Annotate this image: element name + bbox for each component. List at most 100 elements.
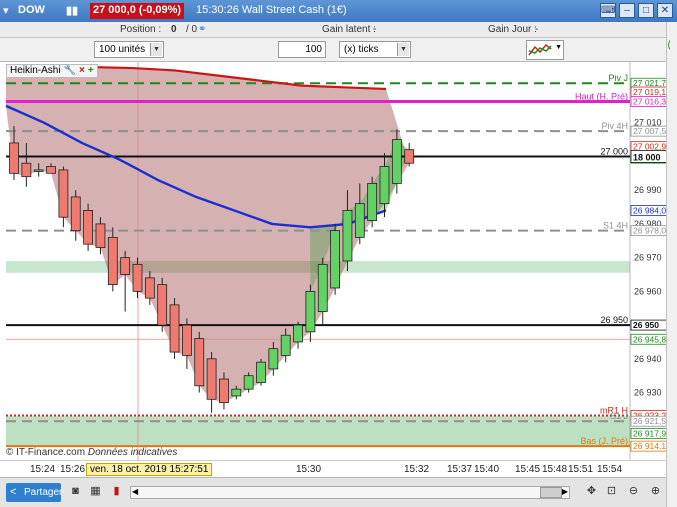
scroll-thumb[interactable]: [540, 487, 562, 498]
candle-body: [243, 375, 254, 390]
candle-body: [342, 210, 353, 262]
y-tick-label: 26 930: [634, 388, 662, 398]
candle-body: [354, 203, 365, 238]
share-icon: <: [10, 486, 17, 498]
symbol-label[interactable]: DOW: [18, 4, 45, 16]
camera-icon[interactable]: ◙: [68, 484, 83, 499]
chevron-down-icon[interactable]: ▼: [150, 43, 162, 56]
position-bar: Position : 0 / 0 ⚭ Gain latent : - Gain …: [0, 22, 666, 38]
position-sep: / 0: [186, 24, 198, 35]
time-scrollbar[interactable]: ◀ ▶: [130, 486, 570, 499]
link-icon: ⚭: [198, 24, 207, 35]
candle-body: [144, 277, 155, 299]
bottom-bar: < Partager ◙ ▦ ▮ ◀ ▶ ✥ ⊡ ⊖ ⊕: [0, 477, 666, 507]
position-value: 0: [171, 24, 177, 35]
quantity-select[interactable]: 100 unités ▼: [94, 41, 164, 58]
candle-body: [120, 257, 131, 275]
candle-body: [194, 338, 205, 387]
candle-body: [58, 169, 69, 218]
panel-toggle-icon[interactable]: ⟨: [667, 40, 671, 51]
maximize-icon[interactable]: □: [638, 3, 654, 18]
level-label: Piv J: [608, 73, 628, 83]
keyboard-icon[interactable]: ⌨: [600, 3, 616, 18]
gain-latent-value: -: [373, 24, 377, 35]
gain-jour-value: -: [535, 24, 539, 35]
candle-body: [46, 166, 56, 174]
title-bar: ▾ DOW ▮▮ 27 000,0 (-0,09%) 15:30:26 Wall…: [0, 0, 677, 22]
candle-body: [83, 210, 93, 245]
indicator-button[interactable]: ▼: [526, 40, 564, 60]
share-label: Partager: [24, 487, 63, 498]
time-tick-label: 15:30: [296, 464, 322, 475]
candle-body: [293, 324, 303, 343]
time-tick-label: 15:45: [515, 464, 541, 475]
zoom-in-icon[interactable]: ⊕: [648, 484, 663, 499]
candle-body: [268, 348, 279, 370]
ticks-value: 100: [305, 44, 322, 55]
candle-body: [305, 290, 316, 333]
candle-body: [231, 388, 242, 397]
ticks-unit-select[interactable]: (x) ticks ▼: [339, 41, 411, 58]
zoom-area-icon[interactable]: ⊡: [604, 484, 619, 499]
grid-icon[interactable]: ▦: [88, 484, 103, 499]
watermark-note: Données indicatives: [87, 447, 178, 458]
candle-body: [206, 358, 217, 400]
side-panel-strip: ⟨: [666, 22, 677, 507]
candle-body: [132, 263, 143, 292]
wrench-icon[interactable]: 🔧: [64, 65, 76, 77]
watermark-source: © IT-Finance.com: [6, 447, 86, 458]
price-tag: 27 007,5: [633, 126, 666, 136]
time-tick-label: 15:24: [30, 464, 56, 475]
price-tag: 26 921,5: [633, 416, 666, 426]
price-tag: 26 914,1: [633, 441, 666, 451]
share-button[interactable]: < Partager: [6, 483, 63, 502]
chart-canvas[interactable]: Piv J Haut (H. Pré) Piv 4H 27 000 S1 4H 26 95…: [0, 62, 668, 460]
price-chart[interactable]: Piv J Haut (H. Pré) Piv 4H 27 000 S1 4H 26 95…: [0, 62, 668, 460]
y-tick-label: 26 990: [634, 185, 662, 195]
candle-body: [379, 166, 390, 205]
chart-indicator-icon: [528, 43, 552, 56]
chevron-down-icon[interactable]: ▼: [397, 43, 409, 56]
gain-latent-label: Gain latent :: [322, 24, 376, 35]
price-tag: 27 016,3: [633, 96, 666, 106]
candle-body: [404, 149, 415, 164]
ticks-unit: (x) ticks: [344, 44, 379, 55]
menu-icon[interactable]: ▾: [3, 4, 9, 17]
candle-body: [367, 183, 378, 221]
remove-icon[interactable]: ×: [79, 65, 85, 77]
minimize-icon[interactable]: –: [619, 3, 635, 18]
heikin-ashi-label: Heikin-Ashi 🔧 × +: [6, 64, 98, 78]
candle-body: [391, 139, 402, 184]
pause-icon[interactable]: ▮▮: [66, 4, 78, 17]
level-label: 26 950: [600, 315, 628, 325]
price-tag: 26 978,0: [633, 226, 666, 236]
chevron-down-icon[interactable]: ▼: [555, 44, 562, 51]
candle-body: [9, 142, 19, 174]
y-tick-label: 26 940: [634, 354, 662, 364]
candles-icon[interactable]: ▮: [109, 484, 124, 499]
close-icon[interactable]: ✕: [657, 3, 673, 18]
time-tick-label: 15:32: [404, 464, 430, 475]
quantity-value: 100 unités: [99, 44, 146, 55]
time-tick-label: 15:40: [474, 464, 500, 475]
price-badge: 27 000,0 (-0,09%): [90, 3, 185, 19]
last-price: 18 000: [633, 152, 661, 162]
candle-body: [256, 361, 266, 383]
level-label: S1 4H: [603, 221, 628, 231]
y-tick-label: 26 960: [634, 286, 662, 296]
ticks-input[interactable]: 100: [278, 41, 326, 58]
scroll-right-icon[interactable]: ▶: [562, 487, 568, 496]
pan-icon[interactable]: ✥: [584, 484, 599, 499]
gain-jour-label: Gain Jour :: [488, 24, 537, 35]
price-tag: 26 984,0: [633, 205, 666, 215]
candle-body: [317, 263, 328, 312]
candle-body: [330, 230, 341, 289]
candle-body: [70, 196, 81, 232]
zoom-out-icon[interactable]: ⊖: [626, 484, 641, 499]
time-axis: 15:24 15:26 15:30 15:32 15:37 15:40 15:45 15:48…: [0, 460, 666, 477]
scroll-left-icon[interactable]: ◀: [132, 487, 138, 496]
candle-body: [157, 284, 168, 326]
level-label: 27 000: [600, 146, 628, 156]
price-tag: 26 950: [633, 320, 659, 330]
add-icon[interactable]: +: [88, 65, 94, 77]
